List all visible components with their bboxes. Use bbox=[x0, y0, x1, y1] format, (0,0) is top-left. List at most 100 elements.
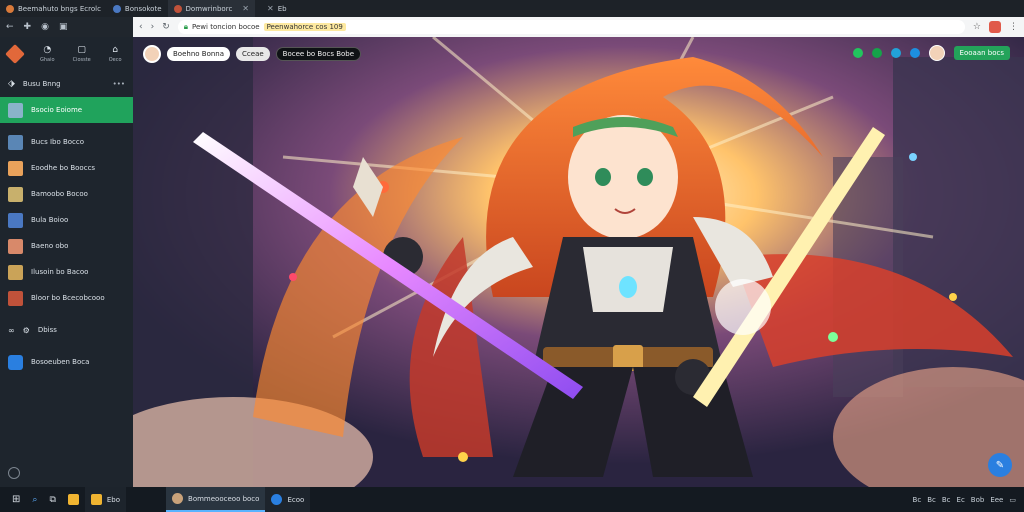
thumbnail-icon bbox=[8, 238, 23, 254]
task-view-icon[interactable]: ⧉ bbox=[43, 487, 61, 512]
bell-icon[interactable] bbox=[909, 48, 920, 58]
chat-bubble-icon[interactable] bbox=[890, 48, 901, 58]
tray-item[interactable]: Bc bbox=[942, 496, 951, 504]
url-host: Pewi toncion bocoe bbox=[192, 23, 260, 31]
home-icon: ⌂ bbox=[112, 45, 119, 55]
sidebar-item[interactable]: Bucs Ibo Bocco bbox=[0, 129, 133, 155]
menu-icon[interactable]: ⋮ bbox=[1009, 22, 1018, 32]
sidebar-item-label: Bloor bo Bcecobcooo bbox=[31, 294, 105, 302]
gear-icon: ⚙ bbox=[22, 325, 30, 335]
thumbnail-icon bbox=[8, 102, 23, 118]
profile-tag[interactable]: Cceae bbox=[236, 47, 270, 61]
thumbnail-icon bbox=[8, 212, 23, 228]
tray-item[interactable]: Eee bbox=[990, 496, 1003, 504]
search-icon[interactable]: ⌕ bbox=[26, 487, 43, 512]
sidebar-item[interactable]: Baeno obo bbox=[0, 233, 133, 259]
link-icon: ∞ bbox=[8, 325, 15, 335]
browser-tab[interactable]: Bonsokote bbox=[107, 0, 168, 17]
sidebar-item-extra[interactable]: Bosoeuben Boca bbox=[0, 349, 133, 375]
main-content: Boehno Bonna Cceae Bocee bo Bocs Bobe Eo… bbox=[133, 37, 1024, 487]
settings-circle-icon[interactable] bbox=[8, 467, 20, 479]
sidebar-item-label: Bsocio Eoiome bbox=[31, 106, 83, 114]
app-icon bbox=[172, 493, 184, 504]
os-taskbar: ⊞ ⌕ ⧉ Ebo Bommeooceoo boco Ecoo Bc Bc Bc… bbox=[0, 487, 1024, 512]
address-bar: ‹ › ↻ 🔒︎ Pewi toncion bocoe Peenwahorce … bbox=[133, 17, 1024, 37]
tray-item[interactable]: Bc bbox=[927, 496, 936, 504]
sidebar-filter[interactable]: ⬗ Busu Bnng ••• bbox=[0, 71, 133, 97]
anime-character-artwork bbox=[133, 37, 1024, 487]
browser-tab-active[interactable]: Domwrinborc ✕ bbox=[167, 0, 255, 17]
sidebar-item[interactable]: Bula Boioo bbox=[0, 207, 133, 233]
taskbar-app-active[interactable]: Bommeooceoo boco bbox=[166, 487, 266, 512]
sidebar-item[interactable]: Bsocio Eoiome bbox=[0, 97, 133, 123]
tab-icon[interactable]: ▣ bbox=[59, 22, 68, 32]
online-status-icon[interactable] bbox=[852, 48, 863, 58]
sidebar-item[interactable]: Eoodhe bo Booccs bbox=[0, 155, 133, 181]
share-icon[interactable] bbox=[871, 48, 882, 58]
back-icon[interactable]: ‹ bbox=[139, 22, 143, 32]
tab-label: Bonsokote bbox=[124, 4, 162, 13]
close-icon[interactable]: ✕ bbox=[267, 4, 274, 13]
sidebar-item-label: Bamoobo Bocoo bbox=[31, 190, 88, 198]
edit-fab-button[interactable]: ✎ bbox=[988, 453, 1012, 477]
sidebar-nav-explore[interactable]: ⌂ Oeco bbox=[109, 45, 122, 63]
profile-name[interactable]: Boehno Bonna bbox=[167, 47, 231, 61]
avatar[interactable] bbox=[143, 45, 161, 63]
close-icon[interactable]: ✕ bbox=[242, 4, 249, 13]
thumbnail-icon bbox=[8, 290, 23, 306]
chat-icon: ◔ bbox=[43, 45, 52, 55]
tab-favicon-icon bbox=[112, 4, 121, 13]
url-field[interactable]: 🔒︎ Pewi toncion bocoe Peenwahorce cos 10… bbox=[177, 20, 965, 34]
sidebar-item-label: Baeno obo bbox=[31, 242, 69, 250]
sidebar-item-label: Bula Boioo bbox=[31, 216, 69, 224]
add-icon[interactable]: ✚ bbox=[24, 22, 32, 32]
taskbar-app[interactable]: Ebo bbox=[84, 487, 127, 512]
app-logo-icon bbox=[5, 44, 25, 64]
tray-item[interactable]: Bob bbox=[971, 496, 985, 504]
sidebar-item-label: Ilusoin bo Bacoo bbox=[31, 268, 89, 276]
sidebar-section[interactable]: ∞ ⚙ Dbiss bbox=[0, 317, 133, 343]
primary-action-button[interactable]: Eooaan bocs bbox=[953, 46, 1010, 60]
lock-icon: 🔒︎ bbox=[183, 22, 189, 31]
sidebar-nav-chat[interactable]: ◔ Ghaio bbox=[40, 45, 55, 63]
sidebar-item-label: Bucs Ibo Bocco bbox=[31, 138, 85, 146]
sidebar-item[interactable]: Ilusoin bo Bacoo bbox=[0, 259, 133, 285]
app-icon bbox=[90, 494, 102, 505]
sidebar-section-label: Dbiss bbox=[37, 326, 57, 334]
browser-tab[interactable]: Beemahuto bngs Ecrolc bbox=[0, 0, 107, 17]
browser-tab-strip: Beemahuto bngs Ecrolc Bonsokote Domwrinb… bbox=[0, 0, 1024, 17]
extension-icon[interactable] bbox=[989, 21, 1001, 33]
reload-icon[interactable]: ↻ bbox=[162, 22, 170, 32]
status-pill[interactable]: Bocee bo Bocs Bobe bbox=[275, 47, 362, 61]
sidebar-nav-stories[interactable]: ▢ Ciosste bbox=[73, 45, 91, 63]
thumbnail-icon bbox=[8, 186, 23, 202]
profile-bar: Boehno Bonna Cceae Bocee bo Bocs Bobe bbox=[143, 45, 362, 63]
bookmark-star-icon[interactable]: ☆ bbox=[973, 22, 981, 32]
sidebar-item[interactable]: Bloor bo Bcecobcooo bbox=[0, 285, 133, 311]
taskbar-app[interactable]: Ecoo bbox=[265, 487, 311, 512]
tab-label: Eb bbox=[277, 4, 287, 13]
thumbnail-icon bbox=[8, 134, 23, 150]
app-icon bbox=[8, 354, 23, 370]
action-bar: Eooaan bocs bbox=[852, 45, 1010, 61]
system-tray: Bc Bc Bc Ec Bob Eee ▭ bbox=[913, 496, 1024, 504]
sidebar-item-label: Eoodhe bo Booccs bbox=[31, 164, 96, 172]
square-icon: ▢ bbox=[77, 45, 86, 55]
tab-favicon-icon bbox=[173, 4, 182, 13]
browser-tab[interactable]: ✕ Eb bbox=[255, 0, 293, 17]
more-icon[interactable]: ••• bbox=[113, 80, 125, 88]
sidebar: ◔ Ghaio ▢ Ciosste ⌂ Oeco ⬗ Busu Bnng ••• Bs… bbox=[0, 37, 133, 487]
tray-item[interactable]: Ec bbox=[957, 496, 965, 504]
user-avatar[interactable] bbox=[928, 45, 945, 61]
notification-icon[interactable]: ▭ bbox=[1009, 496, 1016, 504]
globe-icon[interactable]: ◉ bbox=[41, 22, 49, 32]
start-windows-icon[interactable]: ⊞ bbox=[6, 487, 26, 512]
forward-icon[interactable]: › bbox=[151, 22, 155, 32]
back-icon[interactable]: ← bbox=[6, 22, 14, 32]
thumbnail-icon bbox=[8, 264, 23, 280]
thumbnail-icon bbox=[8, 160, 23, 176]
folder-icon[interactable] bbox=[62, 487, 85, 512]
tray-item[interactable]: Bc bbox=[913, 496, 922, 504]
tag-icon: ⬗ bbox=[8, 79, 15, 89]
sidebar-item[interactable]: Bamoobo Bocoo bbox=[0, 181, 133, 207]
